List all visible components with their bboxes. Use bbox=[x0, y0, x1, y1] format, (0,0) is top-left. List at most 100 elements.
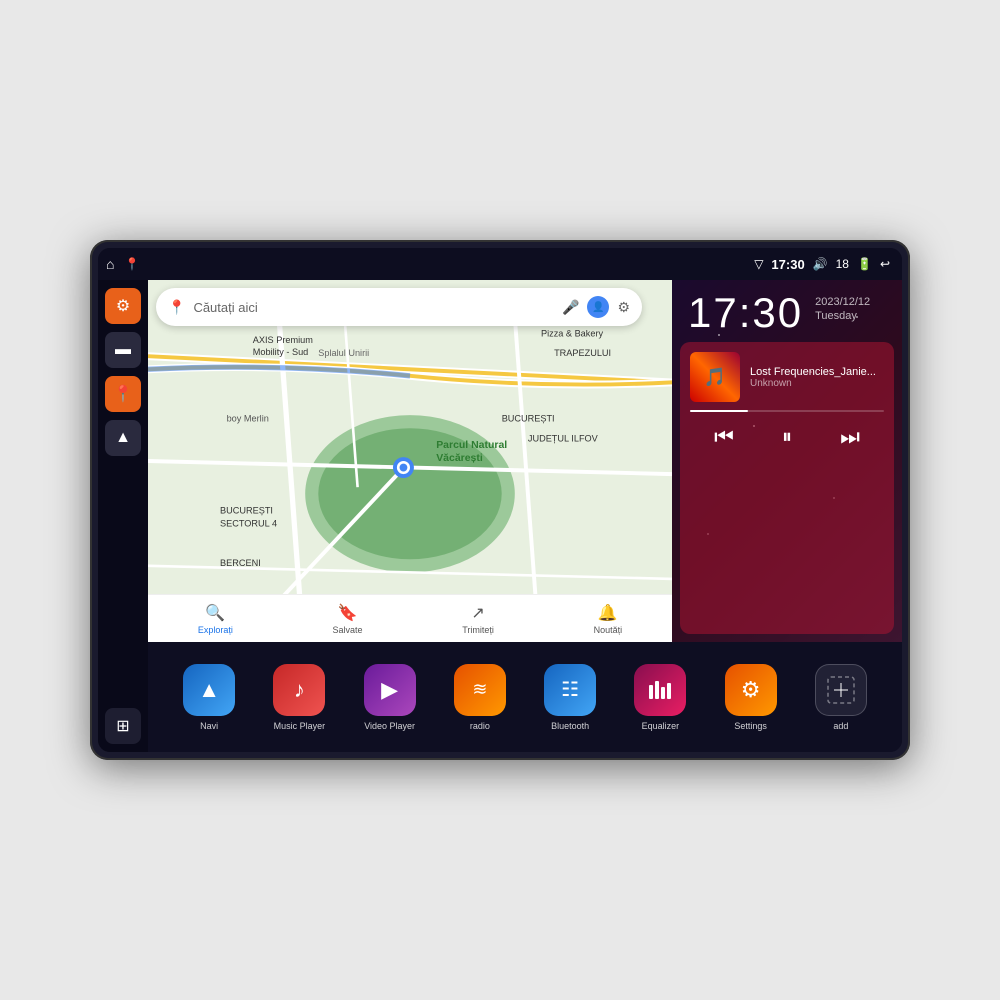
location-icon: 📍 bbox=[113, 384, 133, 404]
news-label: Noutăți bbox=[594, 625, 623, 635]
settings-app[interactable]: ⚙ Settings bbox=[725, 664, 777, 731]
play-circle-icon: ▶ bbox=[381, 677, 398, 703]
microphone-icon[interactable]: 🎤 bbox=[562, 299, 579, 316]
music-progress-fill bbox=[690, 410, 748, 412]
svg-text:boy Merlin: boy Merlin bbox=[227, 414, 269, 424]
map-settings-icon[interactable]: ⚙ bbox=[617, 299, 630, 316]
saved-icon: 🔖 bbox=[338, 603, 358, 623]
settings-sidebar-btn[interactable]: ⚙ bbox=[105, 288, 141, 324]
next-button[interactable]: ⏭ bbox=[836, 420, 864, 454]
share-icon: ↗ bbox=[471, 603, 484, 623]
top-section: ▶ Parcul Natural Văcărești BUCUREȘTI JUD… bbox=[148, 280, 902, 642]
news-nav-item[interactable]: 🔔 Noutăți bbox=[594, 603, 623, 635]
main-content: ⚙ ▬ 📍 ▲ ⊞ bbox=[98, 280, 902, 752]
device-frame: ⌂ 📍 ▽ 17:30 🔊 18 🔋 ↩ ⚙ ▬ bbox=[90, 240, 910, 760]
svg-text:TRAPEZULUI: TRAPEZULUI bbox=[554, 348, 611, 358]
gear-icon: ⚙ bbox=[116, 296, 130, 316]
apps-grid-btn[interactable]: ⊞ bbox=[105, 708, 141, 744]
svg-text:SECTORUL 4: SECTORUL 4 bbox=[220, 519, 277, 529]
map-search-placeholder: Căutați aici bbox=[193, 300, 554, 315]
user-avatar[interactable]: 👤 bbox=[587, 296, 609, 318]
music-note-icon: ♪ bbox=[294, 677, 305, 703]
svg-text:Splalul Unirii: Splalul Unirii bbox=[318, 348, 369, 358]
nav-sidebar-btn[interactable]: ▲ bbox=[105, 420, 141, 456]
saved-nav-item[interactable]: 🔖 Salvate bbox=[333, 603, 363, 635]
svg-text:Mobility - Sud: Mobility - Sud bbox=[253, 347, 308, 357]
music-player-app-icon: ♪ bbox=[273, 664, 325, 716]
map-svg: ▶ Parcul Natural Văcărești BUCUREȘTI JUD… bbox=[148, 280, 672, 642]
share-label: Trimiteți bbox=[462, 625, 494, 635]
news-icon: 🔔 bbox=[598, 603, 618, 623]
music-progress-bar[interactable] bbox=[690, 410, 884, 412]
equalizer-app[interactable]: Equalizer bbox=[634, 664, 686, 731]
device-screen: ⌂ 📍 ▽ 17:30 🔊 18 🔋 ↩ ⚙ ▬ bbox=[98, 248, 902, 752]
share-nav-item[interactable]: ↗ Trimiteți bbox=[462, 603, 494, 635]
clock-date-year: 2023/12/12 bbox=[815, 296, 870, 308]
add-app-icon bbox=[815, 664, 867, 716]
clock-section: 17:30 2023/12/12 Tuesday bbox=[672, 280, 902, 342]
svg-text:Pizza & Bakery: Pizza & Bakery bbox=[541, 329, 604, 339]
music-player-card: 🎵 Lost Frequencies_Janie... Unknown bbox=[680, 342, 894, 634]
files-sidebar-btn[interactable]: ▬ bbox=[105, 332, 141, 368]
video-player-app-icon: ▶ bbox=[364, 664, 416, 716]
waveform-icon: ≋ bbox=[472, 679, 487, 700]
music-title: Lost Frequencies_Janie... bbox=[750, 366, 884, 378]
clock-date: 2023/12/12 Tuesday bbox=[815, 292, 870, 322]
navi-app-icon: ▲ bbox=[183, 664, 235, 716]
svg-text:Văcărești: Văcărești bbox=[436, 453, 483, 464]
explore-label: Explorați bbox=[198, 625, 233, 635]
settings-app-icon: ⚙ bbox=[725, 664, 777, 716]
navigation-triangle-icon: ▲ bbox=[198, 677, 220, 703]
radio-app-icon: ≋ bbox=[454, 664, 506, 716]
maps-status-icon: 📍 bbox=[124, 257, 139, 271]
explore-icon: 🔍 bbox=[205, 603, 225, 623]
explore-nav-item[interactable]: 🔍 Explorați bbox=[198, 603, 233, 635]
radio-app[interactable]: ≋ radio bbox=[454, 664, 506, 731]
volume-icon: 🔊 bbox=[813, 257, 828, 271]
album-art: 🎵 bbox=[690, 352, 740, 402]
left-sidebar: ⚙ ▬ 📍 ▲ ⊞ bbox=[98, 280, 148, 752]
add-app[interactable]: add bbox=[815, 664, 867, 731]
bluetooth-app[interactable]: ☷ Bluetooth bbox=[544, 664, 596, 731]
svg-text:BUCUREȘTI: BUCUREȘTI bbox=[220, 505, 273, 515]
play-pause-button[interactable]: ⏸ bbox=[778, 422, 796, 453]
bluetooth-icon: ☷ bbox=[561, 677, 579, 702]
maps-sidebar-btn[interactable]: 📍 bbox=[105, 376, 141, 412]
status-time: 17:30 bbox=[771, 257, 804, 272]
avatar-icon: 👤 bbox=[592, 302, 604, 313]
music-controls: ⏮ ⏸ ⏭ bbox=[690, 420, 884, 454]
album-art-inner: 🎵 bbox=[690, 352, 740, 402]
right-panel: 17:30 2023/12/12 Tuesday 🎵 bbox=[672, 280, 902, 642]
bluetooth-app-icon: ☷ bbox=[544, 664, 596, 716]
video-player-app-label: Video Player bbox=[364, 721, 415, 731]
navigation-icon-sidebar: ▲ bbox=[115, 429, 131, 447]
settings-app-label: Settings bbox=[734, 721, 767, 731]
grid-icon: ⊞ bbox=[116, 716, 129, 736]
svg-text:BERCENI: BERCENI bbox=[220, 558, 261, 568]
bluetooth-app-label: Bluetooth bbox=[551, 721, 589, 731]
apps-grid: ▲ Navi ♪ Music Player ▶ Vid bbox=[148, 642, 902, 752]
back-icon[interactable]: ↩ bbox=[880, 257, 890, 271]
navi-app-label: Navi bbox=[200, 721, 218, 731]
clock-day: Tuesday bbox=[815, 310, 870, 322]
svg-text:BUCUREȘTI: BUCUREȘTI bbox=[502, 414, 555, 424]
music-text: Lost Frequencies_Janie... Unknown bbox=[750, 366, 884, 389]
equalizer-app-icon bbox=[634, 664, 686, 716]
folder-icon: ▬ bbox=[115, 341, 131, 359]
radio-app-label: radio bbox=[470, 721, 490, 731]
music-player-app[interactable]: ♪ Music Player bbox=[273, 664, 325, 731]
map-container[interactable]: ▶ Parcul Natural Văcărești BUCUREȘTI JUD… bbox=[148, 280, 672, 642]
music-info-row: 🎵 Lost Frequencies_Janie... Unknown bbox=[690, 352, 884, 402]
google-maps-icon: 📍 bbox=[168, 299, 185, 316]
saved-label: Salvate bbox=[333, 625, 363, 635]
video-player-app[interactable]: ▶ Video Player bbox=[364, 664, 416, 731]
equalizer-bars-icon bbox=[647, 677, 673, 703]
svg-text:Parcul Natural: Parcul Natural bbox=[436, 440, 507, 451]
home-icon[interactable]: ⌂ bbox=[106, 256, 114, 272]
prev-button[interactable]: ⏮ bbox=[710, 420, 738, 454]
content-area: ▶ Parcul Natural Văcărești BUCUREȘTI JUD… bbox=[148, 280, 902, 752]
battery-icon: 🔋 bbox=[857, 257, 872, 271]
equalizer-app-label: Equalizer bbox=[642, 721, 680, 731]
navi-app[interactable]: ▲ Navi bbox=[183, 664, 235, 731]
map-search-bar[interactable]: 📍 Căutați aici 🎤 👤 ⚙ bbox=[156, 288, 642, 326]
